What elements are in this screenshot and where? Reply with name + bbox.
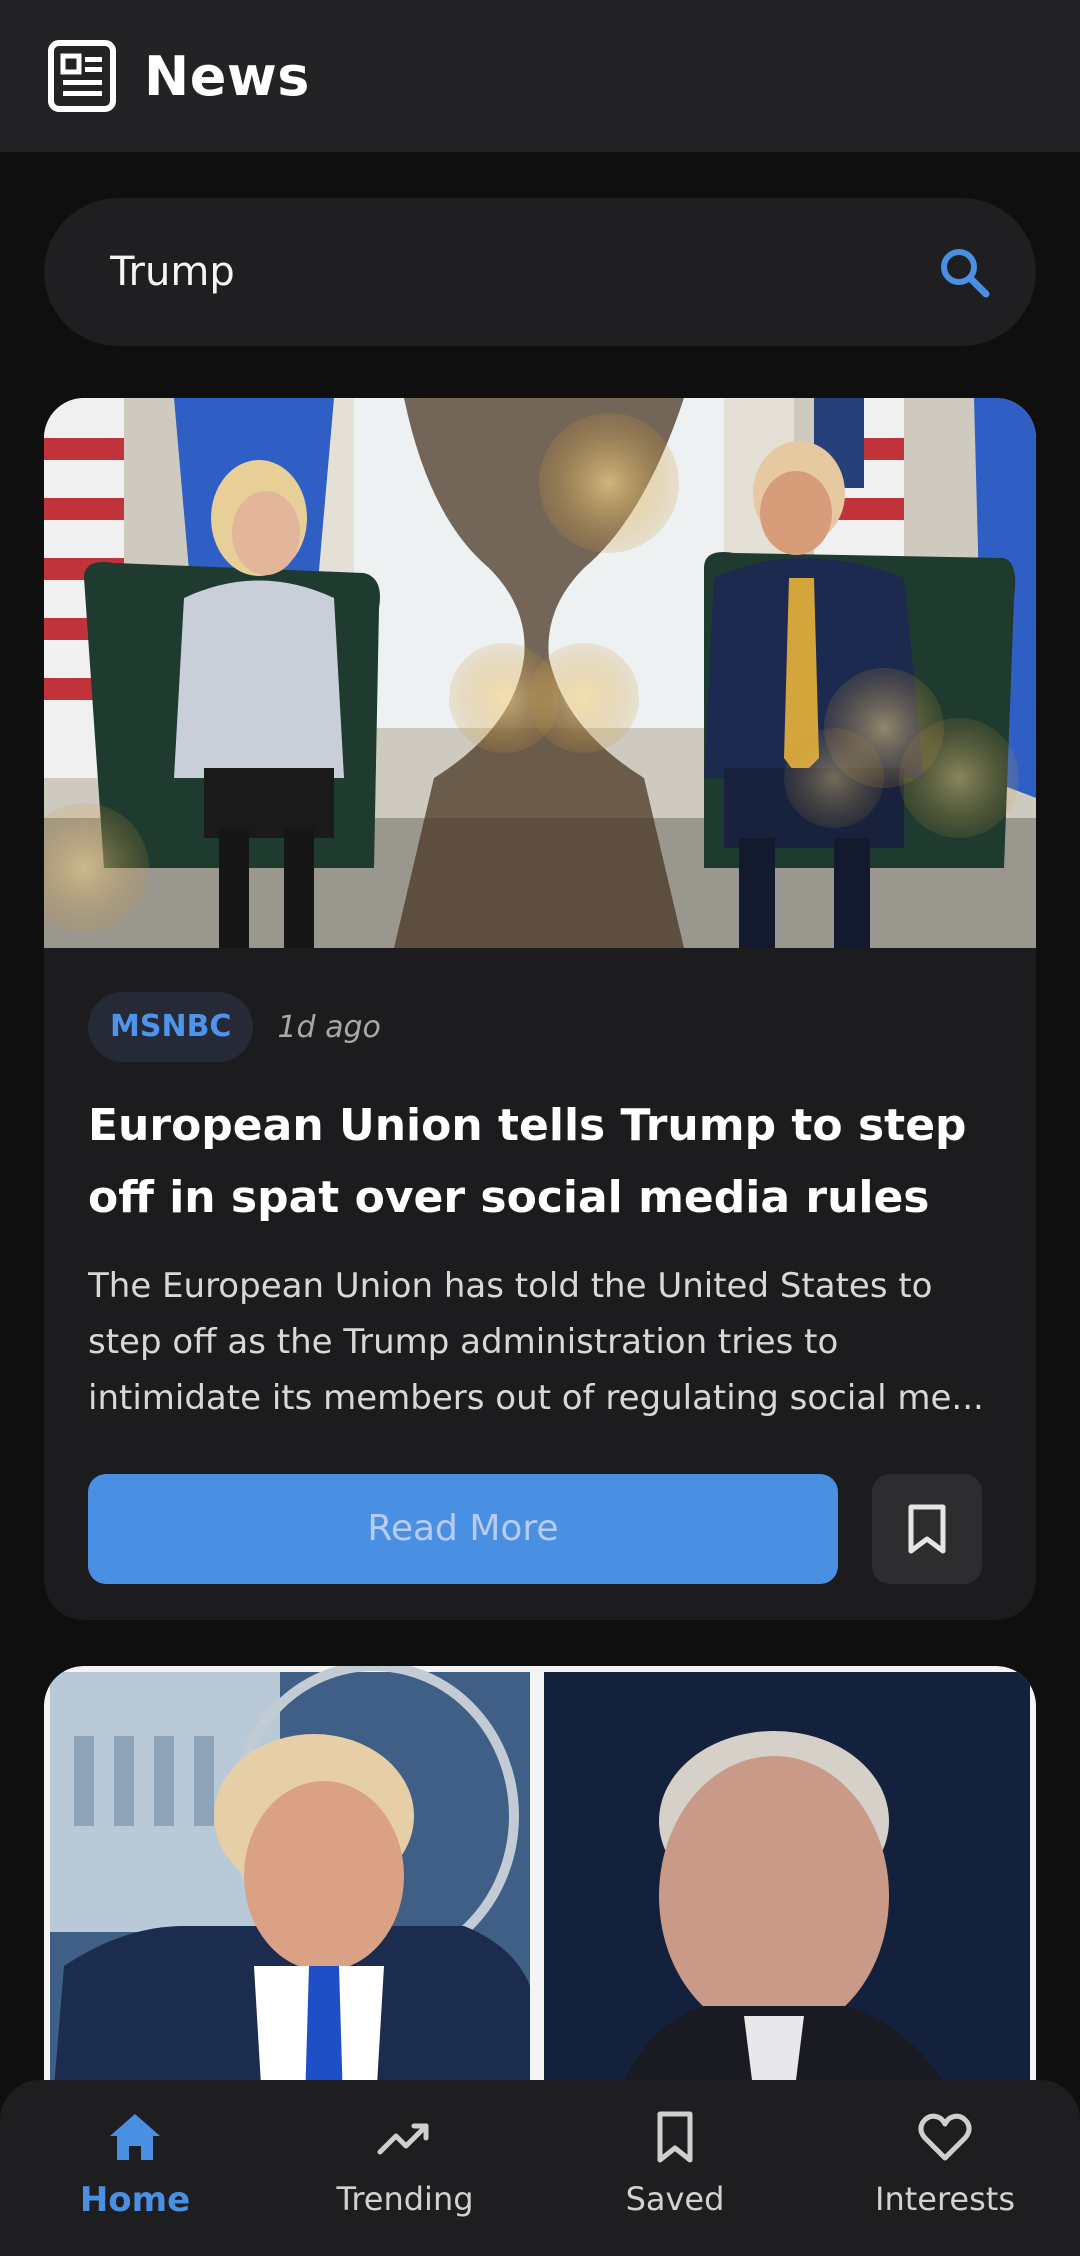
trending-icon (377, 2123, 429, 2155)
nav-home[interactable]: Home (25, 2108, 245, 2220)
search-bar (44, 198, 1036, 346)
article-body: MSNBC 1d ago European Union tells Trump … (44, 948, 1036, 1584)
article-card[interactable]: MSNBC 1d ago European Union tells Trump … (44, 398, 1036, 1620)
bookmark-icon (908, 1504, 946, 1554)
article-image-2 (50, 1666, 1030, 2136)
nav-label-interests: Interests (875, 2180, 1015, 2218)
article-image (44, 398, 1036, 948)
nav-label-trending: Trending (336, 2180, 474, 2218)
nav-label-saved: Saved (625, 2180, 725, 2218)
article-headline[interactable]: European Union tells Trump to step off i… (88, 1090, 992, 1234)
newspaper-icon (48, 40, 116, 112)
search-button[interactable] (934, 242, 994, 302)
bookmark-icon (657, 2111, 693, 2163)
search-icon (941, 249, 990, 298)
heart-icon (918, 2113, 972, 2161)
nav-interests[interactable]: Interests (835, 2108, 1055, 2218)
app-title: News (144, 44, 310, 108)
article-summary: The European Union has told the United S… (88, 1266, 984, 1418)
nav-label-home: Home (79, 2180, 191, 2220)
article-time: 1d ago (277, 1009, 381, 1045)
source-badge: MSNBC (88, 992, 254, 1062)
nav-saved[interactable]: Saved (565, 2108, 785, 2218)
article-actions: Read More (88, 1474, 992, 1584)
bookmark-button[interactable] (872, 1474, 982, 1584)
nav-trending[interactable]: Trending (295, 2108, 515, 2218)
home-icon (110, 2114, 160, 2160)
bottom-navigation: Home Trending Saved Interests (0, 2080, 1080, 2256)
search-input[interactable] (110, 249, 934, 295)
top-app-bar: News (0, 0, 1080, 152)
read-more-button[interactable]: Read More (88, 1474, 838, 1584)
app-root: News Trump MSNBC 1d ago European Union t… (0, 0, 1080, 2256)
article-meta: MSNBC 1d ago (88, 992, 992, 1062)
article-card-2[interactable] (44, 1666, 1036, 2136)
